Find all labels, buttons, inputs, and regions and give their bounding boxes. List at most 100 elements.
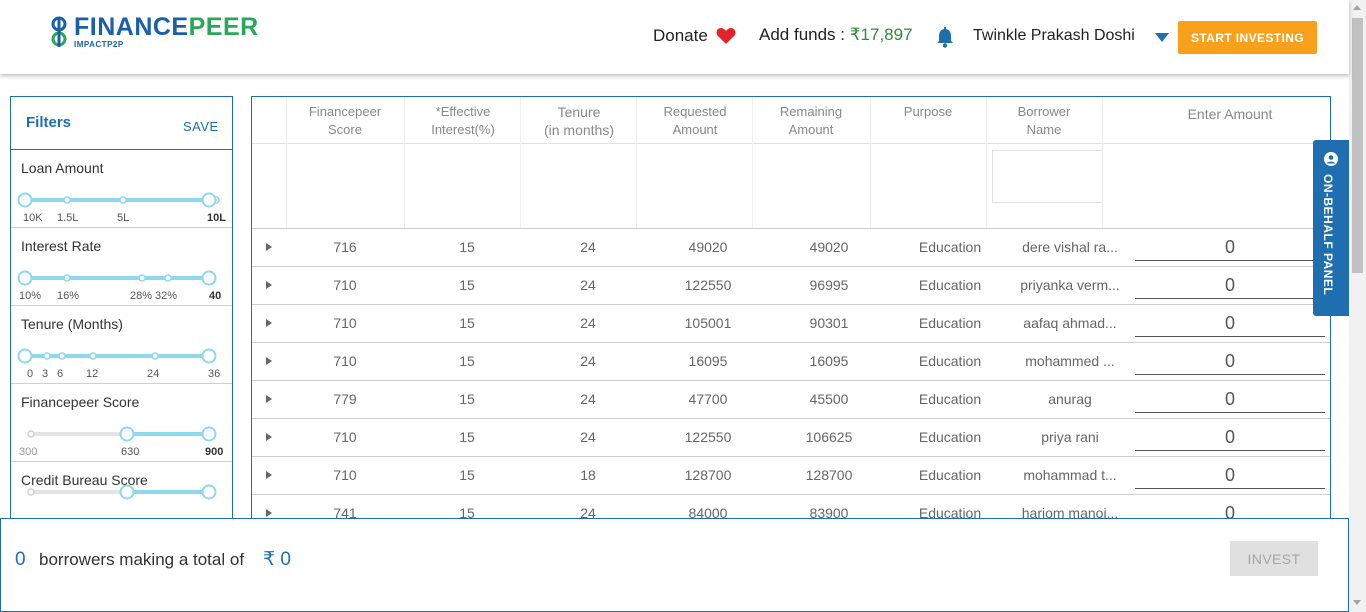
header-line: *Effective	[435, 104, 491, 119]
expand-row-icon[interactable]	[266, 395, 272, 403]
cell-requested: 122550	[684, 277, 732, 293]
expand-row-icon[interactable]	[266, 509, 272, 517]
header-line: Amount	[672, 122, 718, 137]
cell-remaining: 96995	[809, 277, 849, 293]
financepeer-logo[interactable]: FINANCEPEER IMPACTP2P	[48, 14, 259, 50]
save-filters-button[interactable]: SAVE	[183, 119, 219, 134]
table-row[interactable]: 710 15 18 128700 128700 Education mohamm…	[252, 457, 1330, 495]
slider-min-handle[interactable]	[17, 348, 33, 364]
cell-tenure: 24	[580, 391, 596, 407]
table-row[interactable]: 710 15 24 122550 106625 Education priya …	[252, 419, 1330, 457]
column-header-tenure[interactable]: Tenure (in months)	[520, 103, 638, 139]
table-row[interactable]: 716 15 24 49020 49020 Education dere vis…	[252, 229, 1330, 267]
scroll-up-arrow-icon[interactable]	[1353, 5, 1361, 10]
cell-purpose: Education	[918, 315, 982, 331]
borrower-name-filter-input[interactable]	[992, 150, 1102, 203]
slider-max-handle[interactable]	[201, 426, 217, 442]
expand-row-icon[interactable]	[266, 281, 272, 289]
financepeer-score-slider[interactable]	[25, 426, 217, 442]
slider-min-handle[interactable]	[119, 484, 135, 500]
enter-amount-input[interactable]	[1135, 463, 1325, 489]
on-behalf-panel-label: ON-BEHALF PANEL	[1321, 174, 1335, 296]
add-funds-link[interactable]: Add funds : ₹17,897	[759, 25, 913, 45]
cell-interest: 15	[459, 429, 475, 445]
interest-rate-slider[interactable]	[17, 270, 217, 286]
slider-tick-label: 16%	[57, 290, 80, 302]
column-header-borrower[interactable]: Borrower Name	[986, 103, 1102, 139]
slider-tick-label: 0	[27, 368, 34, 380]
column-header-requested[interactable]: Requested Amount	[636, 103, 754, 139]
enter-amount-input[interactable]	[1135, 349, 1325, 375]
expand-row-icon[interactable]	[266, 319, 272, 327]
invest-button[interactable]: INVEST	[1230, 541, 1318, 576]
user-circle-icon	[1324, 152, 1338, 166]
slider-max-handle[interactable]	[201, 484, 217, 500]
slider-tick-label: 12	[86, 368, 99, 380]
cell-purpose: Education	[918, 239, 982, 255]
expand-row-icon[interactable]	[266, 357, 272, 365]
slider-max-handle[interactable]	[201, 270, 217, 286]
slider-min-handle[interactable]	[17, 270, 33, 286]
loan-amount-slider[interactable]	[17, 192, 220, 208]
column-header-enter-amount: Enter Amount	[1187, 106, 1273, 122]
enter-amount-input[interactable]	[1135, 235, 1325, 261]
table-row[interactable]: 779 15 24 47700 45500 Education anurag	[252, 381, 1330, 419]
add-funds-label: Add funds :	[759, 25, 850, 44]
notification-bell-icon[interactable]	[935, 27, 955, 48]
expand-row-icon[interactable]	[266, 433, 272, 441]
enter-amount-input[interactable]	[1135, 311, 1325, 337]
cell-remaining: 49020	[809, 239, 849, 255]
tenure-slider[interactable]	[17, 348, 217, 364]
chevron-down-icon[interactable]	[1155, 33, 1169, 42]
slider-tick-label: 32%	[155, 290, 178, 302]
cell-purpose: Education	[918, 467, 982, 483]
column-header-remaining[interactable]: Remaining Amount	[752, 103, 870, 139]
expand-row-icon[interactable]	[266, 243, 272, 251]
column-header-score[interactable]: Financepeer Score	[286, 103, 404, 139]
header-line: Purpose	[903, 104, 953, 119]
column-header-purpose[interactable]: Purpose	[870, 103, 986, 121]
filter-credit-bureau-score: Credit Bureau Score	[11, 462, 232, 525]
financepeer-logo-icon	[51, 16, 67, 47]
slider-tick-label: 36	[208, 368, 221, 380]
enter-amount-input[interactable]	[1135, 387, 1325, 413]
table-row[interactable]: 710 15 24 122550 96995 Education priyank…	[252, 267, 1330, 305]
user-name[interactable]: Twinkle Prakash Doshi	[973, 27, 1135, 45]
cell-score: 710	[333, 315, 357, 331]
filters-title: Filters	[26, 114, 72, 131]
cell-score: 710	[333, 353, 357, 369]
slider-tick-label: 28%	[130, 290, 153, 302]
heart-icon	[716, 28, 736, 44]
cell-purpose: Education	[918, 353, 982, 369]
page-scrollbar[interactable]	[1349, 0, 1366, 612]
filter-label: Loan Amount	[21, 160, 104, 176]
slider-tick-mark	[27, 430, 35, 438]
slider-tick-label: 10L	[207, 212, 226, 224]
table-row[interactable]: 710 15 24 16095 16095 Education mohammed…	[252, 343, 1330, 381]
enter-amount-input[interactable]	[1135, 273, 1325, 299]
cell-interest: 15	[459, 277, 475, 293]
slider-tick-label: 6	[57, 368, 64, 380]
slider-max-handle[interactable]	[201, 348, 217, 364]
cell-tenure: 18	[580, 467, 596, 483]
enter-amount-input[interactable]	[1135, 425, 1325, 451]
donate-link[interactable]: Donate	[653, 26, 736, 46]
column-header-interest[interactable]: *Effective Interest(%)	[404, 103, 522, 139]
slider-max-handle[interactable]	[201, 192, 217, 208]
start-investing-button[interactable]: START INVESTING	[1178, 21, 1317, 54]
borrower-count: 0	[15, 549, 26, 570]
scrollbar-thumb[interactable]	[1352, 18, 1363, 273]
cell-interest: 15	[459, 353, 475, 369]
table-row[interactable]: 710 15 24 105001 90301 Education aafaq a…	[252, 305, 1330, 343]
slider-min-handle[interactable]	[17, 192, 33, 208]
cell-remaining: 45500	[809, 391, 849, 407]
on-behalf-panel-tab[interactable]: ON-BEHALF PANEL	[1313, 140, 1349, 316]
credit-bureau-score-slider[interactable]	[25, 484, 217, 500]
scroll-down-arrow-icon[interactable]	[1353, 600, 1361, 605]
header-line: Name	[1026, 122, 1062, 137]
top-header: FINANCEPEER IMPACTP2P Donate Add funds :…	[0, 0, 1349, 74]
summary-text: borrowers making a total of	[39, 550, 245, 569]
logo-subtitle: IMPACTP2P	[74, 40, 124, 49]
slider-min-handle[interactable]	[119, 426, 135, 442]
expand-row-icon[interactable]	[266, 471, 272, 479]
